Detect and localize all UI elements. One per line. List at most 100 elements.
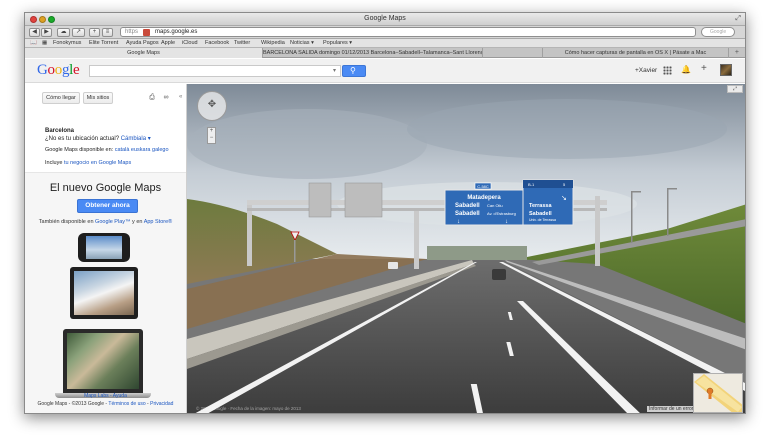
- location-question-text: ¿No es tu ubicación actual?: [45, 136, 120, 142]
- browser-search-placeholder: Google: [710, 29, 727, 35]
- expand-street-view-icon[interactable]: ⤢: [727, 85, 743, 93]
- sign-right-line1: Terrassa: [529, 203, 552, 209]
- bookmark-item[interactable]: Elite Torrent: [89, 40, 118, 46]
- business-line: Incluye tu negocio en Google Maps: [45, 160, 131, 166]
- new-maps-promo: El nuevo Google Maps Obtener ahora Tambi…: [25, 172, 186, 413]
- tab-capturas[interactable]: Cómo hacer capturas de pantalla en OS X …: [543, 48, 729, 58]
- footer-separator: -: [147, 401, 149, 407]
- left-panel: Cómo llegar Mis sitios ⎙ ∞ « Barcelona ¿…: [25, 84, 187, 413]
- bookmark-item[interactable]: Facebook: [205, 40, 229, 46]
- terms-link[interactable]: Términos de uso: [108, 401, 145, 407]
- tab-google-maps[interactable]: Google Maps: [25, 48, 263, 58]
- forward-button[interactable]: ▶: [41, 28, 52, 37]
- title-bar: Google Maps ⤢: [25, 13, 745, 26]
- report-problem-link[interactable]: Informar de un error: [647, 406, 696, 412]
- browser-toolbar: ◀ ▶ ☁ ↗ + ≡ https maps.google.es Google: [25, 26, 745, 39]
- back-button[interactable]: ◀: [29, 28, 40, 37]
- bookmark-item[interactable]: iCloud: [182, 40, 198, 46]
- bookmark-item[interactable]: Apple: [161, 40, 175, 46]
- avatar[interactable]: [720, 64, 732, 76]
- address-bar[interactable]: https maps.google.es: [120, 27, 696, 37]
- secure-lock-icon: [143, 29, 150, 36]
- bookmark-item[interactable]: Wikipedia: [261, 40, 285, 46]
- get-it-now-button[interactable]: Obtener ahora: [77, 199, 138, 213]
- pan-arrows-icon: ✥: [207, 99, 217, 110]
- tab-blank[interactable]: [483, 48, 543, 58]
- available-in-text: Google Maps disponible en:: [45, 147, 114, 153]
- sign-left-line2: Sabadell: [455, 203, 480, 209]
- languages-line: Google Maps disponible en: català euskar…: [45, 147, 169, 153]
- new-tab-button[interactable]: +: [89, 28, 100, 37]
- sign-right-line2: Sabadell: [529, 211, 552, 217]
- add-tab-icon[interactable]: +: [735, 48, 739, 58]
- also-available-text: También disponible en: [38, 219, 94, 225]
- add-business-link[interactable]: tu negocio en Google Maps: [64, 160, 131, 166]
- street-view-scene[interactable]: C-58C Matadepera Sabadell Can Oliu Sabad…: [187, 84, 746, 414]
- share-plus-icon[interactable]: +: [701, 63, 707, 74]
- sign-left-line3-extra: Av. d'Estrasburg: [487, 211, 516, 216]
- tab-barcelona-salida[interactable]: BARCELONA SALIDA domingo 01/12/2013 Barc…: [263, 48, 483, 58]
- change-location-link[interactable]: Cámbiala ▾: [121, 136, 151, 142]
- browser-search-field[interactable]: Google: [701, 27, 735, 37]
- street-view-copyright: © 2013 Google · Fecha de la imagen: mayo…: [196, 406, 301, 411]
- google-play-link[interactable]: Google Play™: [95, 219, 130, 225]
- zoom-in-icon[interactable]: +: [208, 128, 215, 135]
- footer-links[interactable]: Maps Labs - Ayuda: [25, 393, 186, 399]
- cloud-tabs-icon[interactable]: ☁: [57, 28, 70, 37]
- down-arrow-icon: ↓: [505, 219, 508, 225]
- apps-grid-icon[interactable]: [663, 66, 672, 75]
- current-city: Barcelona: [45, 128, 75, 134]
- maps-search-input[interactable]: ▾: [89, 65, 341, 77]
- bookmark-item[interactable]: Noticias ▾: [290, 40, 314, 46]
- business-prefix: Incluye: [45, 160, 63, 166]
- sign-left-badge: C-58C: [477, 184, 489, 189]
- direction-sign-right: B-1 5 Terrassa Sabadell Univ. de Terrass…: [522, 179, 574, 226]
- privacy-link[interactable]: Privacidad: [150, 401, 173, 407]
- google-logo[interactable]: Google: [37, 62, 80, 79]
- sign-right-badge: B-1: [528, 182, 535, 187]
- zoom-out-icon[interactable]: −: [208, 135, 215, 142]
- user-name-link[interactable]: +Xavier: [635, 67, 657, 74]
- street-view[interactable]: C-58C Matadepera Sabadell Can Oliu Sabad…: [187, 84, 746, 414]
- logo-letter: o: [54, 62, 63, 78]
- languages-links[interactable]: català euskara galego: [115, 147, 169, 153]
- browser-window: Google Maps ⤢ ◀ ▶ ☁ ↗ + ≡ https maps.goo…: [24, 12, 746, 414]
- notifications-bell-icon[interactable]: 🔔: [681, 65, 691, 74]
- car-oncoming: [388, 262, 398, 269]
- reader-icon[interactable]: ≡: [102, 28, 113, 37]
- mini-map[interactable]: [693, 373, 743, 413]
- maps-search-button[interactable]: ⚲: [342, 65, 366, 77]
- logo-letter: e: [73, 62, 80, 78]
- sign-right-line3: Univ. de Terrassa: [529, 218, 556, 222]
- footer-copyright: - ©2013 Google -: [68, 401, 108, 407]
- and-in-text: y en: [132, 219, 143, 225]
- tab-bar: Google Maps BARCELONA SALIDA domingo 01/…: [25, 48, 745, 58]
- bookmarks-bar: 📖 ▦ Fonokymus Elite Torrent Ayuda Pagos …: [25, 39, 745, 48]
- phone-image: [78, 233, 130, 262]
- bookmark-item[interactable]: Populares ▾: [323, 40, 352, 46]
- fullscreen-icon[interactable]: ⤢: [735, 15, 741, 23]
- bookmarks-icon[interactable]: 📖: [30, 40, 37, 46]
- print-icon[interactable]: ⎙: [146, 92, 158, 104]
- collapse-panel-icon[interactable]: «: [179, 94, 182, 100]
- car-ahead: [492, 269, 506, 280]
- pan-control[interactable]: ✥: [197, 91, 227, 121]
- search-dropdown-icon[interactable]: ▾: [333, 67, 336, 74]
- google-header: Google ▾ ⚲ +Xavier 🔔 +: [25, 59, 745, 83]
- also-available-line: También disponible en Google Play™ y en …: [25, 219, 186, 225]
- bookmark-item[interactable]: Twitter: [234, 40, 250, 46]
- logo-letter: o: [47, 62, 56, 78]
- share-icon[interactable]: ↗: [72, 28, 85, 37]
- app-store-link[interactable]: App Store®: [144, 219, 173, 225]
- link-icon[interactable]: ∞: [160, 92, 172, 104]
- my-places-button[interactable]: Mis sitios: [83, 92, 113, 104]
- top-sites-icon[interactable]: ▦: [42, 40, 47, 46]
- down-arrow-icon: ↓: [457, 219, 460, 225]
- zoom-control[interactable]: + −: [207, 127, 216, 144]
- url-text: maps.google.es: [155, 29, 198, 35]
- search-icon: ⚲: [350, 66, 356, 75]
- directions-button[interactable]: Cómo llegar: [42, 92, 80, 104]
- bookmark-item[interactable]: Ayuda Pagos: [126, 40, 159, 46]
- logo-letter: G: [37, 62, 48, 78]
- bookmark-item[interactable]: Fonokymus: [53, 40, 81, 46]
